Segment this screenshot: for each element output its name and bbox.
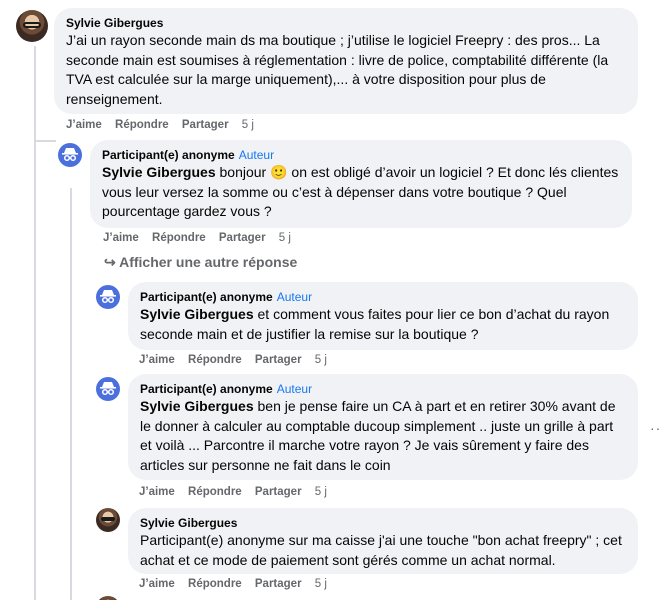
comment-text: Sylvie Gibergues bonjour 🙂 on est obligé… <box>102 164 619 219</box>
comment-text: Participant(e) anonyme sur ma caisse j'a… <box>140 532 622 568</box>
author-badge: Auteur <box>276 290 313 304</box>
avatar[interactable] <box>16 10 48 42</box>
mention-link[interactable]: Sylvie Gibergues <box>140 306 254 322</box>
anonymous-participant-icon[interactable] <box>58 143 82 167</box>
thread-line-sub <box>70 188 72 600</box>
comment-timestamp[interactable]: 5 j <box>315 486 327 498</box>
comment-bubble: Participant(e) anonyme Auteur Sylvie Gibe… <box>90 140 632 228</box>
comment-author[interactable]: Participant(e) anonyme Auteur <box>102 147 620 163</box>
reply-button[interactable]: Répondre <box>152 232 206 244</box>
thread-line-main <box>34 46 36 600</box>
comment-author[interactable]: Participant(e) anonyme Auteur <box>140 289 626 305</box>
avatar[interactable] <box>96 508 120 532</box>
comment-timestamp[interactable]: 5 j <box>242 119 254 131</box>
comment-bubble: Participant(e) anonyme Auteur Sylvie Gibe… <box>128 374 638 480</box>
comment-text: Sylvie Gibergues et comment vous faites … <box>140 306 610 342</box>
comment-author[interactable]: Sylvie Gibergues <box>140 515 626 531</box>
comment-bubble: Sylvie Gibergues Participant(e) anonyme … <box>128 508 638 574</box>
avatar[interactable] <box>96 596 120 600</box>
comment-timestamp[interactable]: 5 j <box>279 232 291 244</box>
like-button[interactable]: J’aime <box>139 578 175 590</box>
glasses-detail <box>23 22 41 28</box>
mention-link[interactable]: Sylvie Gibergues <box>140 398 254 414</box>
reply-button[interactable]: Répondre <box>188 486 242 498</box>
comment-timestamp[interactable]: 5 j <box>315 354 327 366</box>
comment-bubble: Sylvie Gibergues J’ai un rayon seconde m… <box>54 8 638 114</box>
glasses-detail <box>101 517 115 522</box>
share-button[interactable]: Partager <box>255 578 302 590</box>
anonymous-participant-icon[interactable] <box>96 377 120 401</box>
like-button[interactable]: J’aime <box>103 232 139 244</box>
comment-author[interactable]: Sylvie Gibergues <box>66 15 626 31</box>
comment-actions: J’aime Répondre Partager 5 j <box>139 486 337 498</box>
comment-timestamp[interactable]: 5 j <box>315 578 327 590</box>
reply-button[interactable]: Répondre <box>115 119 169 131</box>
comment-text: Sylvie Gibergues ben je pense faire un C… <box>140 398 616 473</box>
share-button[interactable]: Partager <box>219 232 266 244</box>
more-options-icon[interactable]: ·· <box>650 420 661 436</box>
reply-arrow-icon: ↪ <box>104 254 116 270</box>
share-button[interactable]: Partager <box>255 486 302 498</box>
comment-author[interactable]: Participant(e) anonyme Auteur <box>140 381 626 397</box>
comment-actions: J’aime Répondre Partager 5 j <box>66 119 264 131</box>
author-badge: Auteur <box>238 148 275 162</box>
comment-text: J’ai un rayon seconde main ds ma boutiqu… <box>66 32 609 107</box>
like-button[interactable]: J’aime <box>66 119 102 131</box>
scroll-fade <box>0 0 661 6</box>
show-more-replies-button[interactable]: ↪ Afficher une autre réponse <box>104 254 297 271</box>
comment-actions: J’aime Répondre Partager 5 j <box>139 578 337 590</box>
reply-button[interactable]: Répondre <box>188 354 242 366</box>
anonymous-participant-icon[interactable] <box>96 285 120 309</box>
comment-actions: J’aime Répondre Partager 5 j <box>139 354 337 366</box>
like-button[interactable]: J’aime <box>139 486 175 498</box>
thread-line-branch <box>34 140 56 142</box>
mention-link[interactable]: Sylvie Gibergues <box>102 164 216 180</box>
author-badge: Auteur <box>276 382 313 396</box>
share-button[interactable]: Partager <box>182 119 229 131</box>
reply-button[interactable]: Répondre <box>188 578 242 590</box>
comment-actions: J’aime Répondre Partager 5 j <box>103 232 301 244</box>
comment-bubble: Participant(e) anonyme Auteur Sylvie Gibe… <box>128 282 638 350</box>
like-button[interactable]: J’aime <box>139 354 175 366</box>
share-button[interactable]: Partager <box>255 354 302 366</box>
